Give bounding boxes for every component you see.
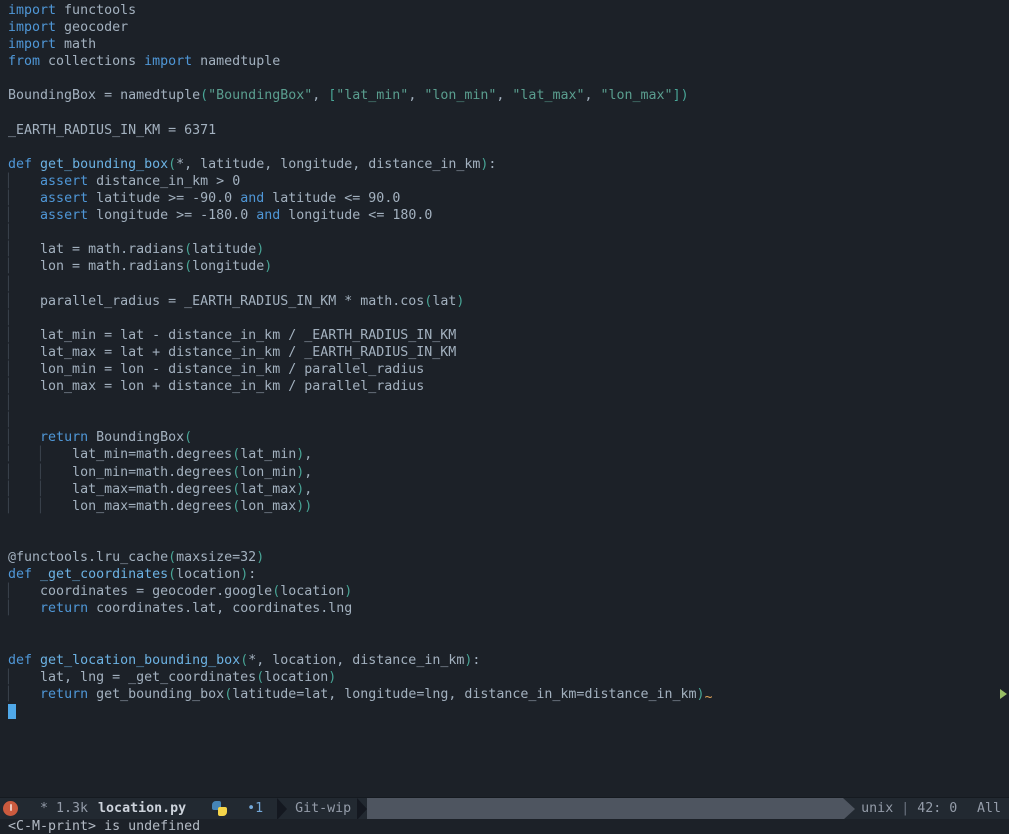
code-line[interactable]: ▏ (8, 395, 1009, 412)
fringe-arrow-icon (1000, 689, 1007, 699)
code-line[interactable] (8, 139, 1009, 156)
powerline-separator-icon (357, 798, 368, 819)
code-line[interactable]: ▏ lat_max = lat + distance_in_km / _EART… (8, 344, 1009, 361)
window-number: •1 (247, 801, 264, 816)
code-line[interactable]: ▏ (8, 276, 1009, 293)
code-line[interactable] (8, 105, 1009, 122)
modified-flag: * (40, 801, 49, 816)
code-line[interactable] (8, 617, 1009, 634)
code-line[interactable]: ▏ assert longitude >= -180.0 and longitu… (8, 207, 1009, 224)
code-line[interactable] (8, 532, 1009, 549)
code-line[interactable]: from collections import namedtuple (8, 53, 1009, 70)
code-line[interactable]: ▏ ▏ lat_min=math.degrees(lat_min), (8, 446, 1009, 463)
code-line[interactable]: ▏ ▏ lon_max=math.degrees(lon_max)) (8, 498, 1009, 515)
code-line[interactable]: ▏ lat, lng = _get_coordinates(location) (8, 669, 1009, 686)
echo-area: <C-M-print> is undefined (0, 819, 1009, 834)
code-line[interactable]: import geocoder (8, 19, 1009, 36)
git-branch[interactable]: Git-wip (295, 801, 351, 816)
code-line[interactable]: def get_location_bounding_box(*, locatio… (8, 652, 1009, 669)
code-line[interactable]: ▏ lon = math.radians(longitude) (8, 258, 1009, 275)
code-line[interactable] (8, 703, 1009, 720)
echo-message: <C-M-print> is undefined (8, 819, 201, 834)
code-line[interactable]: ▏ assert distance_in_km > 0 (8, 173, 1009, 190)
code-line[interactable]: ▏ lon_min = lon - distance_in_km / paral… (8, 361, 1009, 378)
code-line[interactable]: @functools.lru_cache(maxsize=32) (8, 549, 1009, 566)
code-line[interactable]: def _get_coordinates(location): (8, 566, 1009, 583)
cursor-position[interactable]: 42: 0 (917, 801, 957, 816)
modeline-filler-bar (367, 798, 844, 819)
code-line[interactable]: ▏ ▏ lon_min=math.degrees(lon_min), (8, 464, 1009, 481)
code-line[interactable]: ▏ parallel_radius = _EARTH_RADIUS_IN_KM … (8, 293, 1009, 310)
file-size: 1.3k (56, 801, 89, 816)
code-line[interactable]: def get_bounding_box(*, latitude, longit… (8, 156, 1009, 173)
buffer-name[interactable]: location.py (98, 801, 186, 816)
code-line[interactable]: ▏ lat_min = lat - distance_in_km / _EART… (8, 327, 1009, 344)
editor-frame: import functools import geocoder import ma… (0, 0, 1009, 834)
code-line[interactable]: ▏ (8, 310, 1009, 327)
modeline: * 1.3k location.py •1 Git-wip unix | 42:… (0, 797, 1009, 819)
code-line[interactable] (8, 515, 1009, 532)
code-line[interactable]: ▏ assert latitude >= -90.0 and latitude … (8, 190, 1009, 207)
code-line[interactable] (8, 634, 1009, 651)
code-line[interactable]: ▏ return BoundingBox( (8, 429, 1009, 446)
code-line[interactable]: ▏ ▏ lat_max=math.degrees(lat_max), (8, 481, 1009, 498)
code-line[interactable]: ▏ (8, 412, 1009, 429)
code-line[interactable] (8, 70, 1009, 87)
code-line[interactable]: ▏ return get_bounding_box(latitude=lat, … (8, 686, 1009, 705)
error-indicator-icon[interactable] (3, 801, 18, 816)
code-area[interactable]: import functools import geocoder import ma… (0, 0, 1009, 797)
python-file-icon (212, 801, 228, 816)
code-line[interactable]: ▏ lon_max = lon + distance_in_km / paral… (8, 378, 1009, 395)
scroll-indicator[interactable]: All (977, 801, 1001, 816)
code-line[interactable]: ▏ lat = math.radians(latitude) (8, 241, 1009, 258)
eol-encoding[interactable]: unix (861, 801, 893, 816)
code-line[interactable]: import math (8, 36, 1009, 53)
code-line[interactable]: ▏ return coordinates.lat, coordinates.ln… (8, 600, 1009, 617)
code-line[interactable]: BoundingBox = namedtuple("BoundingBox", … (8, 87, 1009, 104)
powerline-separator-icon (843, 798, 856, 819)
code-line[interactable]: ▏ coordinates = geocoder.google(location… (8, 583, 1009, 600)
powerline-separator-icon (277, 798, 288, 819)
code-line[interactable]: _EARTH_RADIUS_IN_KM = 6371 (8, 122, 1009, 139)
code-line[interactable]: ▏ (8, 224, 1009, 241)
modeline-separator: | (901, 801, 910, 816)
code-line[interactable]: import functools (8, 2, 1009, 19)
